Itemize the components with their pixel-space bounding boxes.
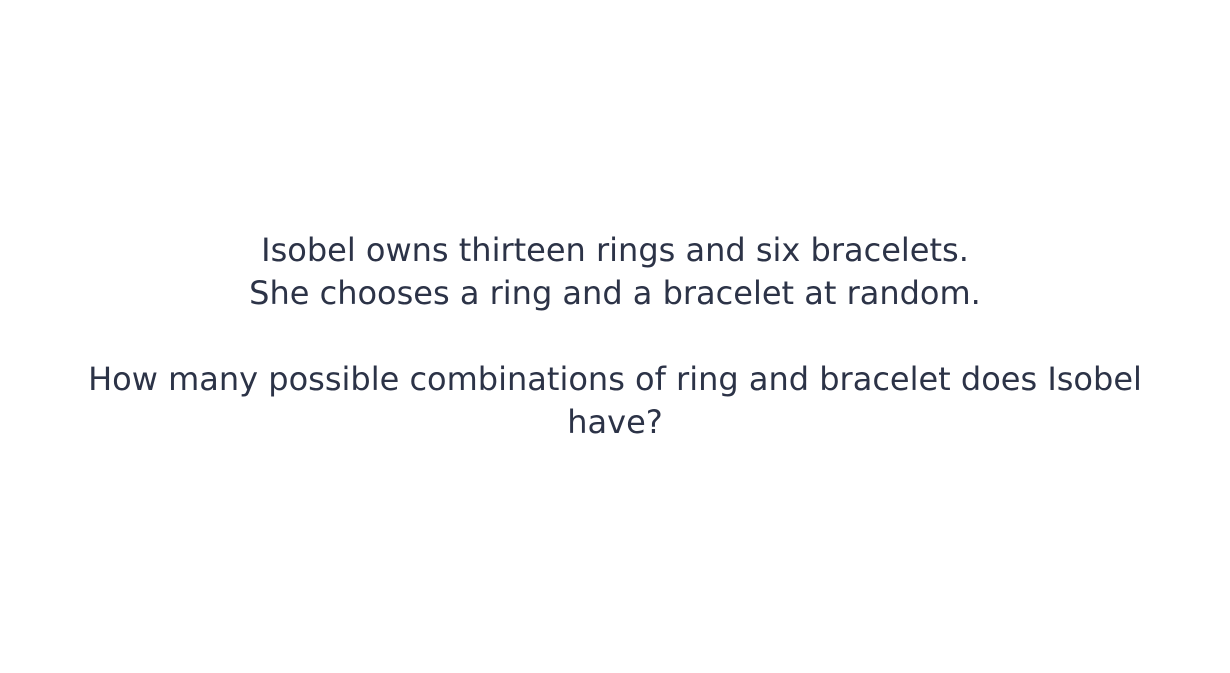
question-intro-line-2: She chooses a ring and a bracelet at ran… — [249, 274, 981, 312]
question-prompt: How many possible combinations of ring a… — [88, 360, 1142, 441]
question-intro-line-1: Isobel owns thirteen rings and six brace… — [261, 231, 969, 269]
question-card: Isobel owns thirteen rings and six brace… — [0, 0, 1230, 673]
